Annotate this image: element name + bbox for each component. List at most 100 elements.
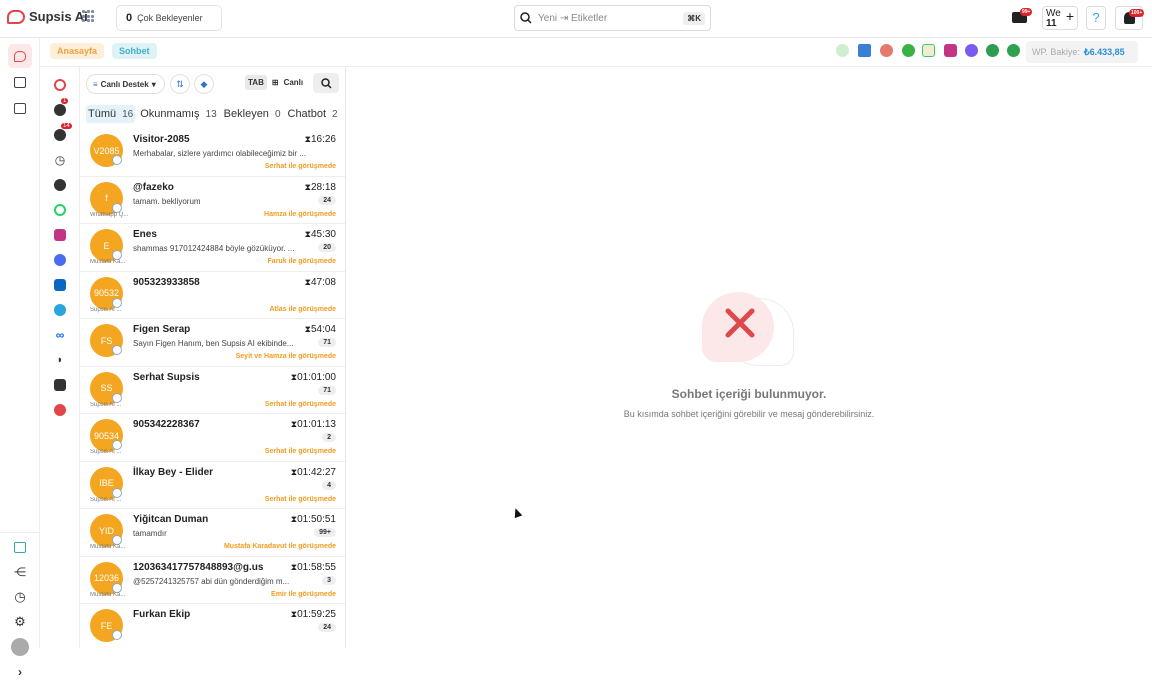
sidebar-linkedin[interactable] bbox=[52, 277, 68, 293]
tasks-icon bbox=[54, 129, 66, 141]
sidebar-history[interactable]: ◷ bbox=[52, 152, 68, 168]
support-icon[interactable] bbox=[1007, 44, 1020, 57]
list-item[interactable]: IBE İlkay Bey - Elider 01:42:27 4 Serhat ile… bbox=[80, 462, 345, 509]
view-toggle[interactable]: TAB ⊞ Canlı bbox=[245, 75, 303, 90]
wait-time: 01:01:13 bbox=[291, 419, 336, 430]
avatar-initials: IBE bbox=[99, 478, 114, 488]
list-item[interactable]: E Enes 45:30 shammas 917012424884 böyle göz… bbox=[80, 224, 345, 272]
wait-time: 01:59:25 bbox=[291, 609, 336, 620]
logo-icon bbox=[7, 9, 25, 24]
whatsapp-icon[interactable] bbox=[922, 44, 935, 57]
sidebar-telegram[interactable] bbox=[52, 302, 68, 318]
notifications-button[interactable]: 100+ bbox=[1115, 6, 1145, 30]
avatar-initials: FS bbox=[100, 335, 113, 346]
last-message: tamam. bekliyorum bbox=[133, 196, 201, 206]
assigned-agent: Serhat ile görüşmede bbox=[264, 495, 336, 503]
sidebar-assign[interactable] bbox=[52, 177, 68, 193]
sidebar-meta[interactable]: ∞ bbox=[52, 327, 68, 343]
list-item[interactable]: V2085 Visitor-2085 16:26 Merhabalar, sizler… bbox=[80, 129, 345, 177]
rail-dashboard[interactable] bbox=[8, 535, 32, 559]
breadcrumb-home[interactable]: Anasayfa bbox=[50, 43, 105, 59]
status-tabs: Tümü 16 Okunmamış 13 Bekleyen 0 Chatbot 2 bbox=[86, 105, 340, 123]
assign-user-icon bbox=[54, 179, 66, 191]
tasks-badge: 14 bbox=[61, 123, 72, 129]
breadcrumb-chat[interactable]: Sohbet bbox=[112, 43, 157, 59]
expand-button[interactable]: › bbox=[8, 660, 32, 684]
help-button[interactable]: ? bbox=[1086, 6, 1106, 30]
sidebar-contacts[interactable]: 1 bbox=[52, 98, 69, 118]
filter-icon: ≡ bbox=[93, 79, 98, 89]
apps-grid-icon[interactable] bbox=[82, 10, 94, 22]
assigned-agent: Serhat ile görüşmede bbox=[264, 448, 336, 455]
rail-chat[interactable] bbox=[8, 44, 32, 68]
sidebar-messenger[interactable] bbox=[52, 252, 68, 268]
wait-time: 01:42:27 bbox=[291, 467, 336, 478]
long-waiting-button[interactable]: 0 Çok Bekleyenler bbox=[116, 5, 222, 31]
dropdown-label: Canlı Destek bbox=[100, 79, 149, 89]
list-item[interactable]: 12036 120363417757848893@g.us 01:58:55@525… bbox=[80, 557, 345, 604]
list-item[interactable]: 90532 905323933858 47:08 Atlas ile görüşmed… bbox=[80, 272, 345, 319]
list-icon[interactable] bbox=[858, 44, 871, 57]
list-search-button[interactable] bbox=[313, 73, 339, 93]
rail-settings[interactable]: ⚙ bbox=[8, 610, 32, 634]
tab-mode-button[interactable]: TAB bbox=[245, 75, 267, 90]
wait-time: 01:50:51 bbox=[291, 514, 336, 525]
bot-icon[interactable] bbox=[836, 44, 849, 57]
last-message: Merhabalar, sizlere yardımcı olabileceği… bbox=[133, 149, 306, 158]
list-item[interactable]: YID Yiğitcan Duman 01:50:51 tamamdır 99+ Must… bbox=[80, 509, 345, 557]
conversation-rows: V2085 Visitor-2085 16:26 Merhabalar, sizler… bbox=[80, 129, 345, 648]
sort-button[interactable]: ⇅ bbox=[170, 74, 190, 94]
notif-badge: 100+ bbox=[1129, 9, 1145, 17]
wait-time: 28:18 bbox=[305, 182, 336, 193]
tab-count: 16 bbox=[122, 108, 134, 120]
grid-icon bbox=[14, 541, 26, 553]
live-mode-label[interactable]: Canlı bbox=[284, 78, 304, 87]
sidebar-integration[interactable] bbox=[52, 402, 68, 418]
list-item[interactable]: FS Figen Serap 54:04 Sayın Figen Hanım, ben… bbox=[80, 319, 345, 367]
layers-button[interactable]: ◆ bbox=[194, 74, 214, 94]
share-icon: ⋲ bbox=[14, 565, 26, 579]
user-avatar[interactable] bbox=[8, 635, 32, 659]
headset-icon bbox=[54, 79, 66, 91]
list-item[interactable]: f @fazeko 28:18 tamam. bekliyorum 24 Hamza il… bbox=[80, 177, 345, 224]
layers-icon: ◆ bbox=[200, 78, 208, 89]
global-search-input[interactable]: Yeni ⇥ Etiketler ⌘K bbox=[514, 5, 711, 31]
clock-icon: ◷ bbox=[14, 589, 26, 604]
source-label: Supsis Ai ... bbox=[90, 306, 122, 313]
rail-history[interactable]: ◷ bbox=[8, 585, 32, 609]
list-item[interactable]: 90534 905342228367 01:01:13 2 Serhat ile gör… bbox=[80, 414, 345, 462]
instagram-icon[interactable] bbox=[944, 44, 957, 57]
source-label: Supsis Ai ... bbox=[90, 401, 122, 408]
sms-icon[interactable] bbox=[986, 44, 999, 57]
app-logo[interactable]: Supsis Ai bbox=[7, 9, 88, 24]
contact-name: İlkay Bey - Elider bbox=[133, 466, 214, 478]
rail-share[interactable]: ⋲ bbox=[8, 560, 32, 584]
waiting-label: Çok Bekleyenler bbox=[137, 13, 203, 23]
rail-inbox[interactable] bbox=[8, 96, 32, 120]
sidebar-rss[interactable]: ◗ bbox=[52, 352, 68, 368]
sidebar-reports[interactable] bbox=[52, 377, 68, 393]
messenger-icon[interactable] bbox=[965, 44, 978, 57]
source-label: Mustafa Ka... bbox=[90, 544, 126, 550]
sidebar-tasks[interactable]: 14 bbox=[52, 123, 72, 143]
contacts-badge: 1 bbox=[61, 98, 69, 104]
sidebar-instagram[interactable] bbox=[52, 227, 68, 243]
tab-unread[interactable]: Okunmamış 13 bbox=[138, 105, 218, 123]
contact-name: Furkan Ekip bbox=[133, 609, 191, 620]
avatar-initials: YID bbox=[98, 525, 114, 536]
sidebar-live-support[interactable] bbox=[52, 77, 68, 93]
tab-all[interactable]: Tümü 16 bbox=[86, 105, 136, 123]
we-button[interactable]: We 11 + bbox=[1042, 6, 1078, 30]
rail-contacts[interactable] bbox=[8, 70, 32, 94]
list-item[interactable]: FE Furkan Ekip 01:59:25 24 bbox=[80, 604, 345, 648]
department-dropdown[interactable]: ≡ Canlı Destek ▾ bbox=[86, 74, 165, 94]
contact-name: Serhat Supsis bbox=[133, 371, 200, 383]
tab-chatbot[interactable]: Chatbot 2 bbox=[286, 105, 340, 123]
team-icon[interactable] bbox=[880, 44, 893, 57]
tab-waiting[interactable]: Bekleyen 0 bbox=[222, 105, 283, 123]
meta-icon: ∞ bbox=[55, 328, 65, 342]
sidebar-whatsapp[interactable] bbox=[52, 202, 68, 218]
wifi-icon[interactable] bbox=[902, 44, 915, 57]
list-item[interactable]: SS Serhat Supsis 01:01:00 71 Serhat ile görü… bbox=[80, 367, 345, 414]
avatar-initials: f bbox=[105, 193, 108, 203]
